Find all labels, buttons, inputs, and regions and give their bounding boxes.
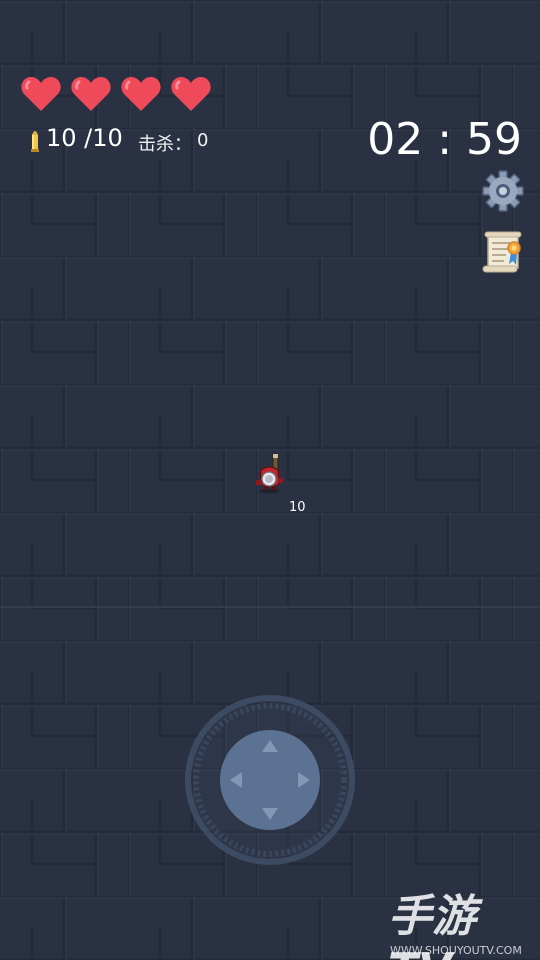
gear-icon[interactable] <box>482 170 524 212</box>
countdown-timer: 02 : 59 <box>367 114 522 165</box>
player-character <box>256 453 283 494</box>
heart-icon <box>121 77 161 111</box>
kills-label: 击杀： <box>138 134 192 155</box>
dpad-joystick-icon[interactable] <box>184 694 356 866</box>
scroll-certificate-icon[interactable] <box>482 230 524 274</box>
watermark: 手游TV WWW.SHOUYOUTV.COM <box>388 880 540 960</box>
bullet-icon <box>31 131 39 152</box>
ammo-count: 10 /10 <box>46 124 123 152</box>
heart-icon <box>71 77 111 111</box>
watermark-url: WWW.SHOUYOUTV.COM <box>390 944 522 957</box>
game-screen: 10 /10 击杀： 0 02 : 59 10 手游 WWW.SHOUYOUTV… <box>0 0 540 960</box>
player-ammo-label: 10 <box>289 500 306 515</box>
heart-icon <box>171 77 211 111</box>
kills-count: 0 <box>197 130 209 151</box>
heart-icon <box>21 77 61 111</box>
